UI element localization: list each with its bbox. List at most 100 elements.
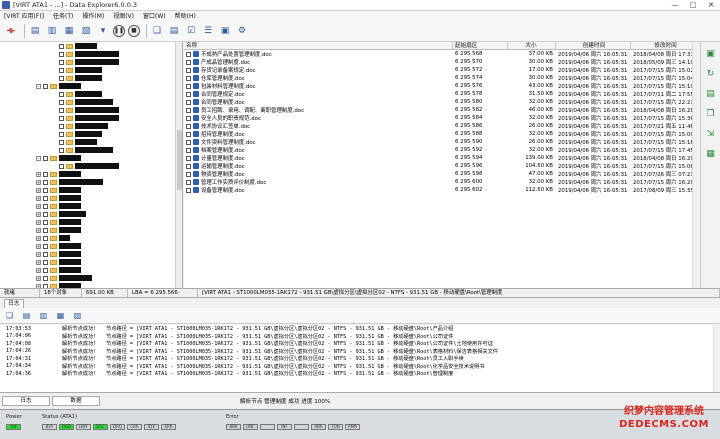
menu-app[interactable]: [VIRT 应用(F)] — [4, 11, 44, 20]
column-modified[interactable]: 修改时间 — [631, 42, 699, 49]
expand-icon[interactable]: + — [36, 203, 41, 209]
tree-node[interactable]: ■■■■■ — [0, 90, 182, 98]
log-filter-icon[interactable]: ▦ — [55, 310, 66, 321]
file-row[interactable]: 合同管理规定.doc 6 295 578 31.50 KB 2019/04/06 周六… — [184, 90, 699, 98]
expand-icon[interactable] — [52, 60, 57, 65]
settings-icon[interactable]: ⚙ — [235, 24, 249, 38]
file-row[interactable]: 安全人员的职责规范.doc 6 295 584 32.00 KB 2019/04/06… — [184, 114, 699, 122]
expand-icon[interactable]: + — [36, 219, 41, 225]
tree-checkbox[interactable] — [59, 107, 64, 113]
menu-action[interactable]: 操作(M) — [82, 11, 104, 20]
log-scrollbar[interactable] — [713, 325, 720, 392]
expand-icon[interactable] — [52, 44, 57, 49]
tree-checkbox[interactable] — [59, 91, 64, 97]
log-row[interactable]: 17:04:26 解析节点成功! 节点路径 = [VIRT ATA1 - ST100… — [0, 348, 720, 356]
tree-checkbox[interactable] — [59, 147, 64, 153]
column-created[interactable]: 创建时间 — [556, 42, 631, 49]
document-open-icon[interactable]: ▦ — [62, 24, 76, 38]
column-name[interactable]: 名称 — [184, 42, 453, 49]
tree-node[interactable]: + ■■■■ — [0, 186, 182, 194]
tree-checkbox[interactable] — [59, 123, 64, 129]
expand-icon[interactable]: + — [36, 227, 41, 233]
expand-icon[interactable] — [52, 132, 57, 137]
menu-view[interactable]: 视图(V) — [113, 11, 134, 20]
refresh-icon[interactable]: ↻ — [705, 68, 717, 80]
tree-checkbox[interactable] — [59, 51, 64, 57]
expand-icon[interactable]: + — [36, 235, 41, 241]
tree-checkbox[interactable] — [59, 59, 64, 65]
expand-icon[interactable] — [52, 148, 57, 153]
file-checkbox[interactable] — [186, 91, 191, 97]
tree-node[interactable]: + ■■■■ — [0, 266, 182, 274]
file-row[interactable]: 仓库管理制度.doc 6 295 574 30.00 KB 2019/04/06 周六… — [184, 74, 699, 82]
tree-node[interactable]: + ■■ — [0, 234, 182, 242]
tree-node[interactable]: ■■■■■■ — [0, 122, 182, 130]
column-sector[interactable]: 起始扇区 — [453, 42, 508, 49]
split-icon[interactable]: ⟛ — [4, 24, 18, 38]
menu-help[interactable]: 帮助(H) — [175, 11, 196, 20]
file-row[interactable]: 文件资料管理制度.doc 6 295 590 26.00 KB 2019/04/06 … — [184, 138, 699, 146]
expand-icon[interactable]: + — [36, 243, 41, 249]
expand-icon[interactable] — [52, 140, 57, 145]
expand-icon[interactable]: + — [36, 259, 41, 265]
file-checkbox[interactable] — [186, 75, 191, 81]
tab-log-bottom[interactable]: 日志 — [2, 396, 50, 406]
file-list[interactable]: 名称 起始扇区 大小 创建时间 修改时间 不成熟产品处置管理制度.doc 6 29… — [184, 42, 699, 288]
tree-checkbox[interactable] — [43, 179, 48, 185]
report-icon[interactable]: ▦ — [705, 148, 717, 160]
menu-task[interactable]: 任务(T) — [53, 11, 73, 20]
tree-node[interactable]: + ■■■■ — [0, 170, 182, 178]
file-checkbox[interactable] — [186, 107, 191, 113]
log-search-icon[interactable]: ▧ — [72, 310, 83, 321]
file-checkbox[interactable] — [186, 51, 191, 57]
tree-node[interactable]: ■■■■■ — [0, 66, 182, 74]
file-row[interactable]: 产成品管理制度.doc 6 295 570 30.00 KB 2019/04/06 周… — [184, 58, 699, 66]
tree-node[interactable]: ■■■■■■■■ — [0, 50, 182, 58]
file-checkbox[interactable] — [186, 179, 191, 185]
document-save-icon[interactable]: ▥ — [45, 24, 59, 38]
recover-icon[interactable]: ▣ — [705, 48, 717, 60]
file-list-scrollbar[interactable] — [692, 42, 699, 288]
tree-checkbox[interactable] — [43, 187, 48, 193]
tree-node[interactable]: + ■■■■ — [0, 194, 182, 202]
file-checkbox[interactable] — [186, 115, 191, 121]
expand-icon[interactable] — [52, 164, 57, 169]
tree-checkbox[interactable] — [59, 131, 64, 137]
expand-icon[interactable] — [52, 76, 57, 81]
file-row[interactable]: 技术协议汇签单.doc 6 295 586 26.00 KB 2019/04/06 周… — [184, 122, 699, 130]
expand-icon[interactable]: + — [36, 179, 41, 185]
tree-checkbox[interactable] — [43, 275, 48, 281]
filter-icon[interactable]: ▣ — [218, 24, 232, 38]
tree-node[interactable]: + ■■■■ — [0, 226, 182, 234]
tree-scroll-thumb[interactable] — [177, 130, 182, 190]
expand-icon[interactable]: - — [36, 155, 41, 161]
list-icon[interactable]: ☰ — [201, 24, 215, 38]
file-checkbox[interactable] — [186, 67, 191, 73]
file-row[interactable]: 管理工作实质评价制度.doc 6 295 600 32.00 KB 2019/04/0… — [184, 178, 699, 186]
tree-checkbox[interactable] — [59, 163, 64, 169]
tree-node[interactable]: + ■■■■ — [0, 258, 182, 266]
expand-icon[interactable] — [52, 68, 57, 73]
tree-node[interactable]: + ■■■■■■ — [0, 274, 182, 282]
preview-icon[interactable]: ▤ — [705, 88, 717, 100]
check-icon[interactable]: ☑ — [184, 24, 198, 38]
tree-node[interactable]: + ■■■■■■■■ — [0, 178, 182, 186]
file-checkbox[interactable] — [186, 83, 191, 89]
log-row[interactable]: 17:04:31 解析节点成功! 节点路径 = [VIRT ATA1 - ST100… — [0, 355, 720, 363]
tree-node[interactable]: + ■■■■ — [0, 242, 182, 250]
expand-icon[interactable]: + — [36, 171, 41, 177]
log-row[interactable]: 17:04:34 解析节点成功! 节点路径 = [VIRT ATA1 - ST100… — [0, 363, 720, 371]
tree-scrollbar[interactable] — [175, 42, 182, 288]
tree-checkbox[interactable] — [43, 243, 48, 249]
expand-icon[interactable]: + — [36, 195, 41, 201]
column-size[interactable]: 大小 — [508, 42, 556, 49]
expand-icon[interactable] — [52, 108, 57, 113]
document-icon[interactable]: ▤ — [28, 24, 42, 38]
file-row[interactable]: 设备管理制度.doc 6 295 602 112.50 KB 2019/04/06 周… — [184, 186, 699, 194]
tree-node[interactable]: + ■■■■ — [0, 250, 182, 258]
tree-checkbox[interactable] — [43, 267, 48, 273]
expand-icon[interactable] — [52, 52, 57, 57]
tree-checkbox[interactable] — [43, 171, 48, 177]
file-row[interactable]: 包装材料管理制度.doc 6 295 576 43.00 KB 2019/04/06 … — [184, 82, 699, 90]
tree-checkbox[interactable] — [59, 43, 64, 49]
